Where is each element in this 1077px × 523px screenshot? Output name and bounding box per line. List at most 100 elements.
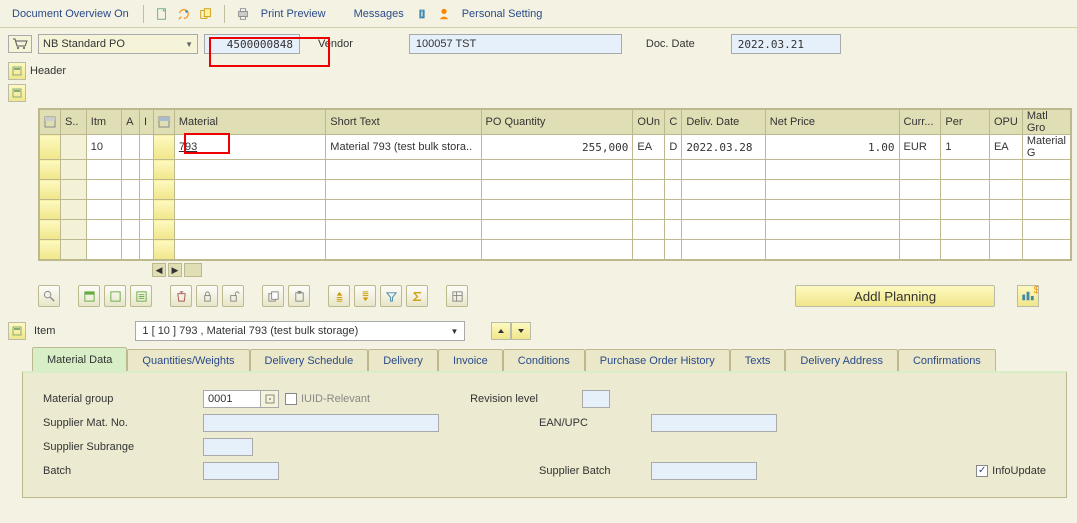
filter-button[interactable] [380,285,402,307]
select-all-icon[interactable] [44,116,56,128]
scroll-left-button[interactable]: ◀ [152,263,166,277]
cell-material[interactable]: 793 [174,135,325,160]
cell-itm[interactable]: 10 [86,135,121,160]
cell-per[interactable]: 1 [941,135,990,160]
expand-item-overview-button[interactable] [8,84,26,102]
col-net-price[interactable]: Net Price [765,110,899,135]
item-select-dropdown[interactable]: 1 [ 10 ] 793 , Material 793 (test bulk s… [135,321,465,341]
supplier-mat-no-field[interactable] [203,414,439,432]
other-po-icon[interactable] [198,6,214,22]
cell-status[interactable] [61,135,87,160]
iuid-relevant-checkbox[interactable]: IUID-Relevant [285,393,370,405]
deselect-all-button[interactable] [104,285,126,307]
print-preview-icon[interactable] [235,6,251,22]
table-row[interactable] [40,220,1071,240]
info-update-checkbox[interactable]: InfoUpdate [976,465,1046,477]
table-row[interactable]: 10 793 Material 793 (test bulk stora.. 2… [40,135,1071,160]
sort-asc-button[interactable] [328,285,350,307]
col-material[interactable]: Material [174,110,325,135]
col-opu[interactable]: OPU [989,110,1022,135]
addl-planning-button[interactable]: Addl Planning [795,285,995,307]
tab-invoice[interactable]: Invoice [438,349,503,371]
tab-confirmations[interactable]: Confirmations [898,349,996,371]
info-icon[interactable]: i [414,6,430,22]
cell-curr[interactable]: EUR [899,135,941,160]
col-curr[interactable]: Curr... [899,110,941,135]
paste-button[interactable] [288,285,310,307]
po-type-dropdown[interactable]: NB Standard PO ▼ [38,34,198,54]
cell-net-price[interactable]: 1.00 [765,135,899,160]
cell-opu[interactable]: EA [989,135,1022,160]
scroll-track[interactable] [184,263,202,277]
supplier-batch-field[interactable] [651,462,757,480]
material-group-search-help[interactable] [261,390,279,408]
scroll-right-button[interactable]: ▶ [168,263,182,277]
copy-button[interactable] [262,285,284,307]
table-row[interactable] [40,240,1071,260]
row-selector[interactable] [40,135,61,160]
delete-button[interactable] [170,285,192,307]
collapse-item-detail-button[interactable] [8,322,26,340]
tab-conditions[interactable]: Conditions [503,349,585,371]
col-po-qty[interactable]: PO Quantity [481,110,633,135]
col-oun[interactable]: OUn [633,110,665,135]
detail-button[interactable] [130,285,152,307]
col-a[interactable]: A [122,110,140,135]
cell-deliv-date[interactable]: 2022.03.28 [682,135,765,160]
display-change-icon[interactable] [176,6,192,22]
material-group-field[interactable]: 0001 [203,390,261,408]
po-number-field[interactable]: 4500000848 [204,34,300,54]
layout-button[interactable] [446,285,468,307]
lock-button[interactable] [196,285,218,307]
tab-texts[interactable]: Texts [730,349,786,371]
cell-po-qty[interactable]: 255,000 [481,135,633,160]
col-c[interactable]: C [665,110,682,135]
cell-oun[interactable]: EA [633,135,665,160]
tab-delivery-schedule[interactable]: Delivery Schedule [250,349,369,371]
supplier-subrange-field[interactable] [203,438,253,456]
svg-text:i: i [421,9,423,18]
col-short-text[interactable]: Short Text [326,110,481,135]
unlock-button[interactable] [222,285,244,307]
tab-delivery-address[interactable]: Delivery Address [785,349,898,371]
sum-button[interactable] [406,285,428,307]
doc-overview-toggle[interactable]: Document Overview On [8,6,133,22]
cell-c[interactable]: D [665,135,682,160]
vendor-field[interactable]: 100057 TST [409,34,622,54]
col-status[interactable]: S.. [61,110,87,135]
material-select-icon[interactable] [158,116,170,128]
next-item-button[interactable] [511,322,531,340]
col-deliv-date[interactable]: Deliv. Date [682,110,765,135]
cell-material-btn[interactable] [153,135,174,160]
find-button[interactable] [38,285,60,307]
cell-matl-gro[interactable]: Material G [1022,135,1070,160]
tab-po-history[interactable]: Purchase Order History [585,349,730,371]
doc-date-field[interactable]: 2022.03.21 [731,34,841,54]
col-itm[interactable]: Itm [86,110,121,135]
cell-a[interactable] [122,135,140,160]
col-matl-gro[interactable]: Matl Gro [1022,110,1070,135]
table-row[interactable] [40,160,1071,180]
cell-short-text[interactable]: Material 793 (test bulk stora.. [326,135,481,160]
ean-upc-field[interactable] [651,414,777,432]
personal-settings-icon[interactable] [436,6,452,22]
tab-material-data[interactable]: Material Data [32,347,127,371]
col-i[interactable]: I [139,110,153,135]
sort-desc-button[interactable] [354,285,376,307]
col-per[interactable]: Per [941,110,990,135]
personal-setting-button[interactable]: Personal Setting [458,6,547,22]
table-row[interactable] [40,180,1071,200]
messages-button[interactable]: Messages [350,6,408,22]
default-values-button[interactable]: $ [1017,285,1039,307]
table-row[interactable] [40,200,1071,220]
expand-header-button[interactable] [8,62,26,80]
batch-field[interactable] [203,462,279,480]
cell-i[interactable] [139,135,153,160]
print-preview-button[interactable]: Print Preview [257,6,330,22]
tab-quantities-weights[interactable]: Quantities/Weights [127,349,249,371]
tab-delivery[interactable]: Delivery [368,349,438,371]
select-all-button[interactable] [78,285,100,307]
prev-item-button[interactable] [491,322,511,340]
revision-level-field[interactable] [582,390,610,408]
create-icon[interactable] [154,6,170,22]
